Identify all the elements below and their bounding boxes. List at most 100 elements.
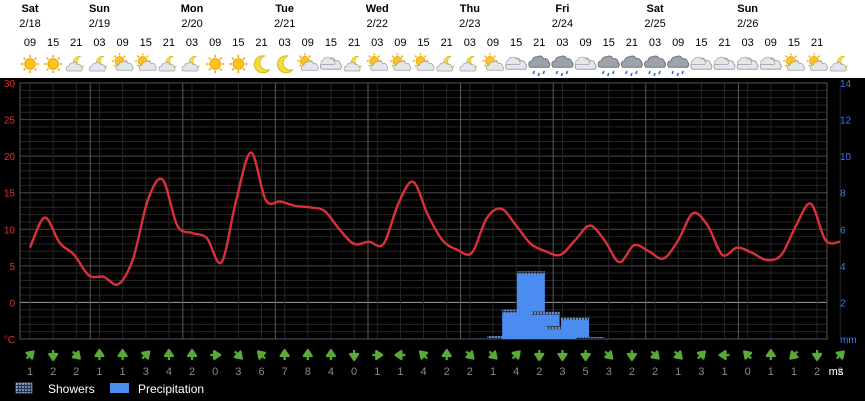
wind-speed-label: 2 bbox=[536, 366, 542, 378]
day-name: Sat bbox=[21, 3, 38, 15]
hour-label: 09 bbox=[209, 37, 221, 49]
temp-tick-label: °C bbox=[4, 335, 15, 346]
hour-label: 21 bbox=[70, 37, 82, 49]
sun-cloud-icon bbox=[366, 53, 389, 71]
wind-arrow-icon bbox=[325, 348, 337, 360]
temp-tick-label: 25 bbox=[4, 116, 16, 127]
legend-showers-label: Showers bbox=[48, 382, 95, 396]
wind-speed-label: 4 bbox=[328, 366, 334, 378]
wind-speed-label: 3 bbox=[606, 366, 612, 378]
weather-forecast-widget: Sat 2/18 Sun 2/19 Mon 2/20 Tue 2/21 Wed 2/22 Thu 2/… bbox=[0, 0, 865, 401]
precip-tick-label: 10 bbox=[840, 152, 852, 163]
hour-label: 03 bbox=[649, 37, 661, 49]
legend-precipitation-swatch bbox=[110, 383, 129, 393]
moon-icon bbox=[253, 55, 271, 74]
wind-arrow-icon bbox=[718, 349, 730, 361]
wind-speed-label: 1 bbox=[791, 366, 797, 378]
hour-label: 03 bbox=[742, 37, 754, 49]
hour-label: 21 bbox=[811, 37, 823, 49]
wind-arrow-icon bbox=[141, 350, 151, 360]
wind-arrow-icon bbox=[673, 350, 683, 360]
wind-arrow-icon bbox=[765, 348, 776, 360]
rain-cloud-icon bbox=[667, 55, 690, 77]
legend-precipitation: Precipitation bbox=[110, 382, 204, 396]
sun-cloud-icon bbox=[135, 53, 157, 71]
moon-cloud-icon bbox=[181, 56, 201, 72]
wind-speed-label: 2 bbox=[73, 366, 79, 378]
day-name: Wed bbox=[366, 3, 389, 15]
day-date: 2/24 bbox=[552, 18, 573, 30]
wind-speed-label: 2 bbox=[444, 366, 450, 378]
hour-label: 15 bbox=[788, 37, 800, 49]
wind-arrow-icon bbox=[580, 350, 591, 362]
temp-tick-label: 5 bbox=[9, 262, 15, 273]
wind-speed-label: 3 bbox=[698, 366, 704, 378]
temp-tick-label: 30 bbox=[4, 79, 16, 90]
day-name: Tue bbox=[275, 3, 294, 15]
day-date: 2/20 bbox=[181, 18, 202, 30]
hour-label: 15 bbox=[603, 37, 615, 49]
wind-arrow-icon bbox=[394, 349, 406, 361]
moon-cloud-icon bbox=[65, 56, 85, 72]
wind-arrow-icon bbox=[233, 350, 243, 360]
wind-speed-label: 1 bbox=[120, 366, 126, 378]
wind-speed-label: 0 bbox=[351, 366, 357, 378]
sun-cloud-icon bbox=[389, 53, 412, 71]
wind-arrow-icon bbox=[71, 350, 81, 360]
day-name: Fri bbox=[555, 3, 569, 15]
sun-icon bbox=[206, 55, 225, 73]
wind-arrow-icon bbox=[604, 350, 614, 360]
wind-arrow-icon bbox=[488, 350, 498, 360]
hour-label: 09 bbox=[302, 37, 314, 49]
hour-label: 03 bbox=[186, 37, 198, 49]
wind-arrow-icon bbox=[811, 350, 823, 362]
rain-cloud-icon bbox=[620, 55, 643, 77]
wind-speed-label: 1 bbox=[374, 366, 380, 378]
wind-speed-label: 3 bbox=[559, 366, 565, 378]
day-name: Sun bbox=[737, 3, 758, 15]
wind-arrow-icon bbox=[117, 348, 128, 360]
precip-bar bbox=[561, 317, 590, 339]
moon-cloud-icon bbox=[436, 56, 456, 72]
wind-arrow-icon bbox=[349, 350, 360, 362]
forecast-header: Sat 2/18 Sun 2/19 Mon 2/20 Tue 2/21 Wed 2/22 Thu 2/… bbox=[0, 0, 865, 82]
sun-icon bbox=[44, 55, 63, 73]
moon-cloud-icon bbox=[343, 56, 363, 72]
sun-icon bbox=[229, 55, 248, 73]
moon-icon bbox=[277, 55, 294, 74]
hour-label: 15 bbox=[325, 37, 337, 49]
day-date: 2/26 bbox=[737, 18, 758, 30]
day-date: 2/25 bbox=[644, 18, 665, 30]
hour-label: 09 bbox=[765, 37, 777, 49]
wind-arrow-icon bbox=[789, 350, 799, 360]
forecast-chart: °C 0 5 10 15 20 25 30 mm 2 4 6 8 10 12 14 1 2 2 1 1 3 4 2 0 3 6 7 8 4… bbox=[0, 78, 865, 401]
wind-speed-label: 1 bbox=[96, 366, 102, 378]
wind-arrow-icon bbox=[743, 350, 753, 360]
wind-speed-label: 0 bbox=[745, 366, 751, 378]
day-name: Mon bbox=[181, 3, 204, 15]
hour-label: 15 bbox=[695, 37, 707, 49]
temp-tick-label: 0 bbox=[9, 298, 15, 309]
hour-label: 09 bbox=[579, 37, 591, 49]
wind-speed-label: 2 bbox=[467, 366, 473, 378]
hour-label: 03 bbox=[464, 37, 476, 49]
cloud-icon bbox=[574, 56, 597, 70]
precip-tick-label: 6 bbox=[840, 225, 846, 236]
wind-speed-label: 7 bbox=[282, 366, 288, 378]
wind-arrow-icon bbox=[372, 349, 384, 361]
wind-speed-label: 2 bbox=[652, 366, 658, 378]
temperature-line bbox=[28, 151, 841, 286]
sun-cloud-icon bbox=[111, 53, 134, 71]
precip-tick-label: 14 bbox=[840, 79, 852, 90]
wind-speed-label: 8 bbox=[305, 366, 311, 378]
forecast-header-svg: Sat 2/18 Sun 2/19 Mon 2/20 Tue 2/21 Wed 2/22 Thu 2/… bbox=[19, 3, 849, 77]
day-date: 2/23 bbox=[459, 18, 480, 30]
hour-label: 03 bbox=[279, 37, 291, 49]
wind-arrow-icon bbox=[279, 348, 290, 360]
wind-arrow-icon bbox=[48, 350, 59, 362]
hour-label: 09 bbox=[672, 37, 684, 49]
shower-cap bbox=[516, 271, 545, 275]
wind-speed-label: 1 bbox=[768, 366, 774, 378]
wind-speed-label: 0 bbox=[212, 366, 218, 378]
day-name: Sat bbox=[646, 3, 663, 15]
